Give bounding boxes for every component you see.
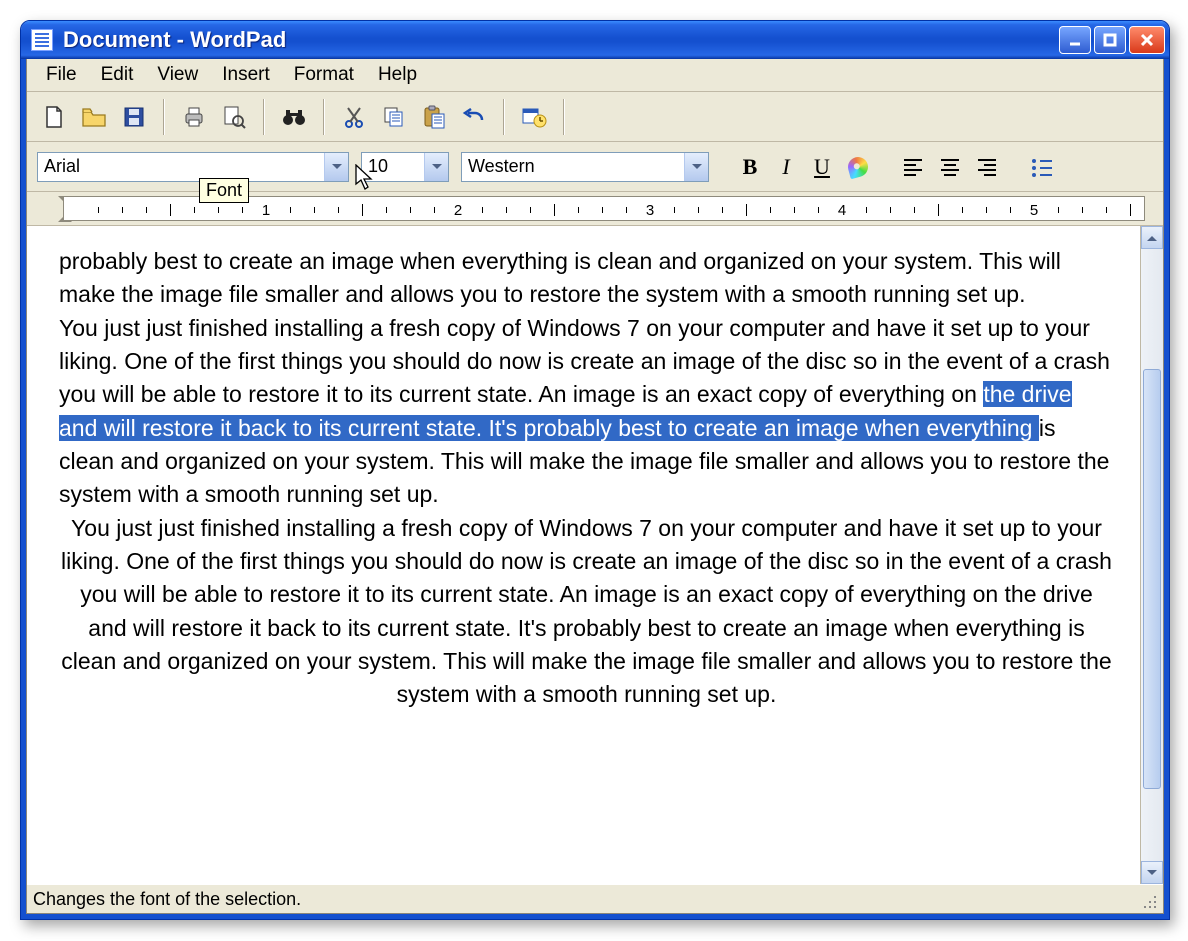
print-icon[interactable] [177,100,211,134]
font-size-combo[interactable]: 10 [361,152,449,182]
align-left-icon[interactable] [899,153,929,181]
print-preview-icon[interactable] [217,100,251,134]
scroll-down-button[interactable] [1141,861,1163,884]
vertical-scrollbar[interactable] [1140,226,1163,884]
menu-insert[interactable]: Insert [211,61,281,89]
status-text: Changes the font of the selection. [33,889,301,910]
document-paragraph[interactable]: You just just finished installing a fres… [59,312,1114,512]
bullets-icon[interactable] [1027,153,1057,181]
window-title: Document - WordPad [63,27,286,53]
copy-icon[interactable] [377,100,411,134]
scroll-track[interactable] [1141,249,1163,861]
tooltip-font: Font [199,178,249,203]
font-color-palette-icon[interactable] [843,153,873,181]
undo-icon[interactable] [457,100,491,134]
wordpad-app-icon [31,29,53,51]
font-size-value: 10 [368,156,424,177]
font-script-value: Western [468,156,684,177]
align-right-icon[interactable] [971,153,1001,181]
scroll-thumb[interactable] [1143,369,1161,789]
find-binoculars-icon[interactable] [277,100,311,134]
document-paragraph[interactable]: You just just finished installing a fres… [59,512,1114,712]
ruler[interactable]: 12345 [27,192,1163,226]
chevron-down-icon[interactable] [324,153,348,181]
wordpad-window: Document - WordPad File Edit View Insert… [20,20,1170,920]
minimize-button[interactable] [1059,26,1091,54]
menu-view[interactable]: View [146,61,209,89]
scroll-up-button[interactable] [1141,226,1163,249]
format-toolbar: Arial 10 Western B I U [27,142,1163,192]
underline-button[interactable]: U [807,153,837,181]
document-area[interactable]: probably best to create an image when ev… [27,226,1140,884]
close-button[interactable] [1129,26,1165,54]
open-folder-icon[interactable] [77,100,111,134]
menu-format[interactable]: Format [283,61,365,89]
new-file-icon[interactable] [37,100,71,134]
chevron-down-icon[interactable] [684,153,708,181]
status-bar: Changes the font of the selection. [27,884,1163,913]
text-run: You just just finished installing a fres… [59,315,1110,408]
datetime-icon[interactable] [517,100,551,134]
cut-scissors-icon[interactable] [337,100,371,134]
font-name-value: Arial [44,156,324,177]
menu-file[interactable]: File [35,61,88,89]
font-script-combo[interactable]: Western [461,152,709,182]
resize-grip-icon[interactable] [1137,889,1157,909]
font-name-combo[interactable]: Arial [37,152,349,182]
save-disk-icon[interactable] [117,100,151,134]
document-paragraph[interactable]: probably best to create an image when ev… [59,245,1114,312]
menu-help[interactable]: Help [367,61,428,89]
paste-icon[interactable] [417,100,451,134]
standard-toolbar [27,92,1163,142]
maximize-button[interactable] [1094,26,1126,54]
align-center-icon[interactable] [935,153,965,181]
menu-bar: File Edit View Insert Format Help [27,59,1163,92]
title-bar[interactable]: Document - WordPad [21,21,1169,59]
menu-edit[interactable]: Edit [90,61,145,89]
bold-button[interactable]: B [735,153,765,181]
italic-button[interactable]: I [771,153,801,181]
chevron-down-icon[interactable] [424,153,448,181]
